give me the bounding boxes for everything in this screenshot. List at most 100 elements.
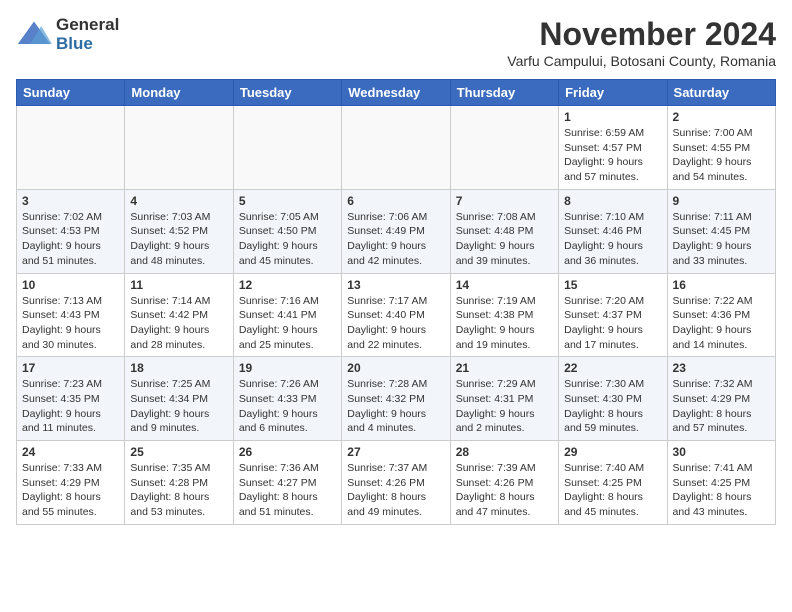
day-number: 14 (456, 278, 553, 292)
calendar-cell: 4 Sunrise: 7:03 AM Sunset: 4:52 PM Daylig… (125, 189, 233, 273)
calendar-cell: 18Sunrise: 7:25 AM Sunset: 4:34 PM Dayli… (125, 357, 233, 441)
day-number: 24 (22, 445, 119, 459)
calendar-week-4: 17 Sunrise: 7:23 AM Sunset: 4:35 PM Dayli… (17, 357, 776, 441)
calendar-cell: 1 Sunrise: 6:59 AM Sunset: 4:57 PM Daylig… (559, 106, 667, 190)
day-number: 18 (130, 361, 227, 375)
day-info: Sunrise: 7:23 AM Sunset: 4:35 PM Dayligh… (22, 377, 119, 436)
header-tuesday: Tuesday (233, 80, 341, 106)
day-info: Sunrise: 7:41 AM Sunset: 4:25 PM Dayligh… (673, 461, 770, 520)
calendar-cell: 9 Sunrise: 7:11 AM Sunset: 4:45 PM Daylig… (667, 189, 775, 273)
header-friday: Friday (559, 80, 667, 106)
calendar-cell: 8 Sunrise: 7:10 AM Sunset: 4:46 PM Daylig… (559, 189, 667, 273)
day-number: 5 (239, 194, 336, 208)
day-number: 15 (564, 278, 661, 292)
day-number: 28 (456, 445, 553, 459)
day-info: Sunrise: 7:36 AM Sunset: 4:27 PM Dayligh… (239, 461, 336, 520)
day-number: 19 (239, 361, 336, 375)
day-info: Sunrise: 7:06 AM Sunset: 4:49 PM Dayligh… (347, 210, 444, 269)
calendar-week-2: 3Sunrise: 7:02 AM Sunset: 4:53 PM Daylig… (17, 189, 776, 273)
calendar-cell: 7Sunrise: 7:08 AM Sunset: 4:48 PM Daylig… (450, 189, 558, 273)
location-subtitle: Varfu Campului, Botosani County, Romania (507, 53, 776, 69)
day-info: Sunrise: 7:30 AM Sunset: 4:30 PM Dayligh… (564, 377, 661, 436)
calendar-cell: 19 Sunrise: 7:26 AM Sunset: 4:33 PM Dayli… (233, 357, 341, 441)
day-info: Sunrise: 7:03 AM Sunset: 4:52 PM Dayligh… (130, 210, 227, 269)
calendar-cell (17, 106, 125, 190)
day-number: 16 (673, 278, 770, 292)
logo-text: General Blue (56, 16, 119, 53)
day-info: Sunrise: 7:11 AM Sunset: 4:45 PM Dayligh… (673, 210, 770, 269)
calendar-cell: 15 Sunrise: 7:20 AM Sunset: 4:37 PM Dayli… (559, 273, 667, 357)
day-info: Sunrise: 7:13 AM Sunset: 4:43 PM Dayligh… (22, 294, 119, 353)
day-info: Sunrise: 7:16 AM Sunset: 4:41 PM Dayligh… (239, 294, 336, 353)
day-info: Sunrise: 7:32 AM Sunset: 4:29 PM Dayligh… (673, 377, 770, 436)
day-info: Sunrise: 7:29 AM Sunset: 4:31 PM Dayligh… (456, 377, 553, 436)
day-number: 26 (239, 445, 336, 459)
calendar-week-5: 24Sunrise: 7:33 AM Sunset: 4:29 PM Dayli… (17, 441, 776, 525)
day-number: 4 (130, 194, 227, 208)
calendar-header-row: Sunday Monday Tuesday Wednesday Thursday… (17, 80, 776, 106)
logo-icon (16, 17, 52, 53)
header-wednesday: Wednesday (342, 80, 450, 106)
day-info: Sunrise: 7:05 AM Sunset: 4:50 PM Dayligh… (239, 210, 336, 269)
day-number: 23 (673, 361, 770, 375)
calendar-cell: 2Sunrise: 7:00 AM Sunset: 4:55 PM Daylig… (667, 106, 775, 190)
page-header: General Blue November 2024 Varfu Campulu… (16, 16, 776, 69)
calendar-cell (342, 106, 450, 190)
day-info: Sunrise: 7:22 AM Sunset: 4:36 PM Dayligh… (673, 294, 770, 353)
calendar-cell: 27 Sunrise: 7:37 AM Sunset: 4:26 PM Dayli… (342, 441, 450, 525)
day-info: Sunrise: 7:26 AM Sunset: 4:33 PM Dayligh… (239, 377, 336, 436)
day-info: Sunrise: 7:08 AM Sunset: 4:48 PM Dayligh… (456, 210, 553, 269)
day-info: Sunrise: 7:39 AM Sunset: 4:26 PM Dayligh… (456, 461, 553, 520)
calendar-cell: 17 Sunrise: 7:23 AM Sunset: 4:35 PM Dayli… (17, 357, 125, 441)
calendar-week-3: 10 Sunrise: 7:13 AM Sunset: 4:43 PM Dayli… (17, 273, 776, 357)
day-number: 1 (564, 110, 661, 124)
day-info: Sunrise: 7:28 AM Sunset: 4:32 PM Dayligh… (347, 377, 444, 436)
calendar-week-1: 1 Sunrise: 6:59 AM Sunset: 4:57 PM Daylig… (17, 106, 776, 190)
day-number: 20 (347, 361, 444, 375)
day-number: 22 (564, 361, 661, 375)
calendar-cell: 5 Sunrise: 7:05 AM Sunset: 4:50 PM Daylig… (233, 189, 341, 273)
day-number: 21 (456, 361, 553, 375)
day-info: Sunrise: 7:40 AM Sunset: 4:25 PM Dayligh… (564, 461, 661, 520)
calendar-cell: 23 Sunrise: 7:32 AM Sunset: 4:29 PM Dayli… (667, 357, 775, 441)
calendar-cell: 11Sunrise: 7:14 AM Sunset: 4:42 PM Dayli… (125, 273, 233, 357)
calendar-cell: 10 Sunrise: 7:13 AM Sunset: 4:43 PM Dayli… (17, 273, 125, 357)
day-info: Sunrise: 7:00 AM Sunset: 4:55 PM Dayligh… (673, 126, 770, 185)
calendar-table: Sunday Monday Tuesday Wednesday Thursday… (16, 79, 776, 525)
logo: General Blue (16, 16, 119, 53)
day-info: Sunrise: 7:10 AM Sunset: 4:46 PM Dayligh… (564, 210, 661, 269)
day-number: 11 (130, 278, 227, 292)
calendar-cell: 22 Sunrise: 7:30 AM Sunset: 4:30 PM Dayli… (559, 357, 667, 441)
logo-general: General (56, 16, 119, 35)
day-number: 30 (673, 445, 770, 459)
calendar-cell: 26 Sunrise: 7:36 AM Sunset: 4:27 PM Dayli… (233, 441, 341, 525)
day-info: Sunrise: 6:59 AM Sunset: 4:57 PM Dayligh… (564, 126, 661, 185)
calendar-cell: 29 Sunrise: 7:40 AM Sunset: 4:25 PM Dayli… (559, 441, 667, 525)
day-info: Sunrise: 7:20 AM Sunset: 4:37 PM Dayligh… (564, 294, 661, 353)
day-info: Sunrise: 7:02 AM Sunset: 4:53 PM Dayligh… (22, 210, 119, 269)
day-info: Sunrise: 7:37 AM Sunset: 4:26 PM Dayligh… (347, 461, 444, 520)
calendar-cell: 25Sunrise: 7:35 AM Sunset: 4:28 PM Dayli… (125, 441, 233, 525)
calendar-cell: 6 Sunrise: 7:06 AM Sunset: 4:49 PM Daylig… (342, 189, 450, 273)
calendar-cell: 12Sunrise: 7:16 AM Sunset: 4:41 PM Dayli… (233, 273, 341, 357)
day-number: 8 (564, 194, 661, 208)
day-info: Sunrise: 7:35 AM Sunset: 4:28 PM Dayligh… (130, 461, 227, 520)
title-section: November 2024 Varfu Campului, Botosani C… (507, 16, 776, 69)
calendar-cell: 20 Sunrise: 7:28 AM Sunset: 4:32 PM Dayli… (342, 357, 450, 441)
calendar-cell: 30 Sunrise: 7:41 AM Sunset: 4:25 PM Dayli… (667, 441, 775, 525)
day-info: Sunrise: 7:19 AM Sunset: 4:38 PM Dayligh… (456, 294, 553, 353)
calendar-cell: 16 Sunrise: 7:22 AM Sunset: 4:36 PM Dayli… (667, 273, 775, 357)
day-number: 17 (22, 361, 119, 375)
day-number: 6 (347, 194, 444, 208)
day-number: 27 (347, 445, 444, 459)
calendar-cell (450, 106, 558, 190)
day-number: 10 (22, 278, 119, 292)
calendar-cell: 13Sunrise: 7:17 AM Sunset: 4:40 PM Dayli… (342, 273, 450, 357)
header-monday: Monday (125, 80, 233, 106)
header-sunday: Sunday (17, 80, 125, 106)
day-number: 13 (347, 278, 444, 292)
calendar-cell: 24Sunrise: 7:33 AM Sunset: 4:29 PM Dayli… (17, 441, 125, 525)
day-number: 9 (673, 194, 770, 208)
day-number: 29 (564, 445, 661, 459)
calendar-cell (125, 106, 233, 190)
